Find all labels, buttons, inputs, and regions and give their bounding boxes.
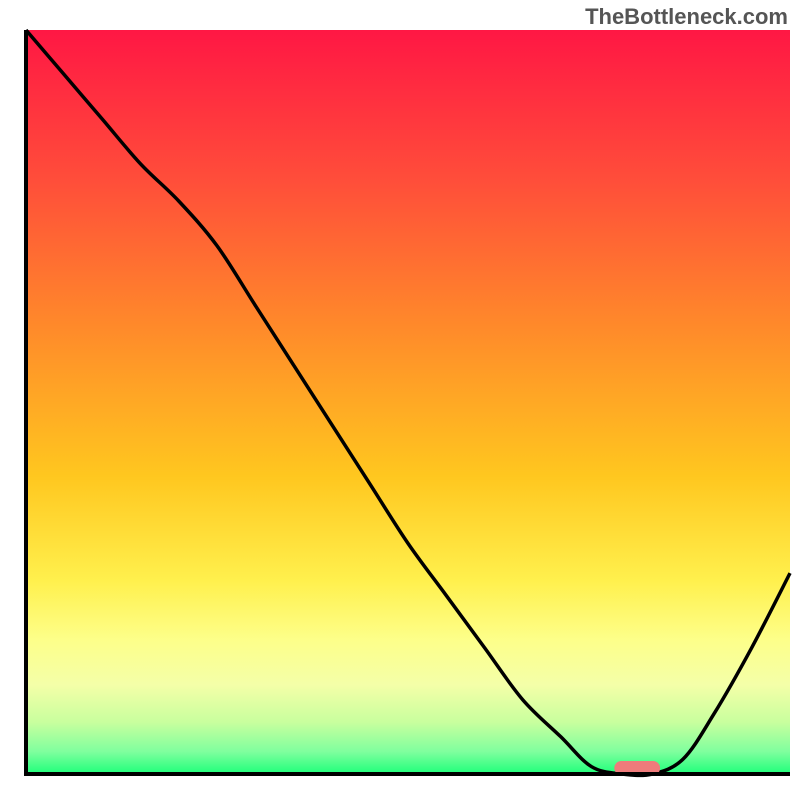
bottleneck-chart [0,0,800,800]
chart-container: { "watermark": "TheBottleneck.com", "cha… [0,0,800,800]
watermark-text: TheBottleneck.com [585,4,788,30]
plot-background [26,30,790,774]
